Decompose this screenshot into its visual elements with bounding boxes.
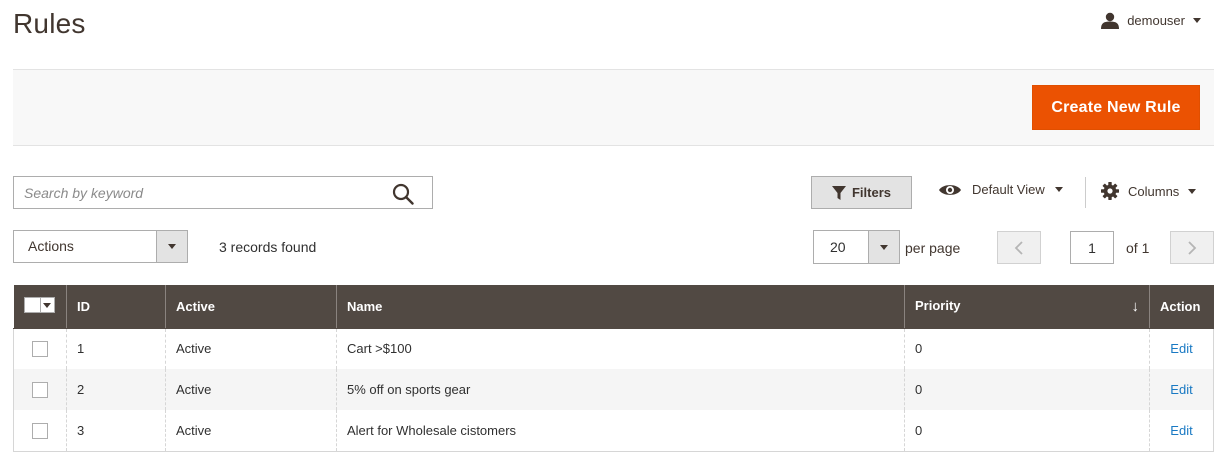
columns-label: Columns [1128,183,1180,199]
cell-id: 2 [66,369,166,410]
cell-active: Active [165,410,337,452]
page-count: of 1 [1126,240,1150,256]
mass-actions-select[interactable]: Actions [13,230,188,263]
column-header-id[interactable]: ID [66,285,166,329]
row-select-cell [13,328,67,369]
cell-name: Cart >$100 [336,328,905,369]
table-row: 1 Active Cart >$100 0 Edit [13,328,1214,369]
table-row: 2 Active 5% off on sports gear 0 Edit [13,369,1214,410]
edit-link[interactable]: Edit [1170,423,1192,438]
cell-active: Active [165,369,337,410]
per-page-label: per page [905,240,961,256]
previous-page-button[interactable] [997,231,1041,264]
cell-action: Edit [1149,410,1214,452]
filters-button[interactable]: Filters [811,176,912,209]
row-checkbox[interactable] [32,422,48,439]
cell-priority: 0 [904,369,1150,410]
chevron-down-icon [43,302,51,308]
search-box [13,176,433,209]
per-page-value: 20 [830,239,846,255]
user-icon [1101,12,1120,29]
create-new-rule-button[interactable]: Create New Rule [1032,85,1200,130]
column-header-active[interactable]: Active [165,285,337,329]
cell-action: Edit [1149,328,1214,369]
chevron-left-icon [1014,240,1023,255]
grid-header-row: ID Active Name Priority ↓ Action [13,285,1214,329]
per-page-select[interactable]: 20 [813,230,900,264]
page-actions-bar: Create New Rule [13,69,1214,146]
column-header-priority-label: Priority [915,297,961,313]
chevron-down-icon [1188,188,1197,194]
sort-down-icon: ↓ [1131,297,1140,315]
edit-link[interactable]: Edit [1170,341,1192,356]
cell-active: Active [165,328,337,369]
chevron-down-icon [1193,18,1201,23]
chevron-down-icon [1054,187,1063,192]
cell-name: 5% off on sports gear [336,369,905,410]
mass-actions-label: Actions [28,238,74,254]
mass-actions-toggle[interactable] [156,231,187,262]
cell-id: 1 [66,328,166,369]
row-select-cell [13,410,67,452]
username: demouser [1127,13,1185,28]
column-header-action: Action [1149,285,1214,329]
mass-select-arrow[interactable] [39,298,54,313]
view-switcher[interactable]: Default View [938,182,1063,197]
search-icon[interactable] [392,183,414,205]
table-row: 3 Active Alert for Wholesale cistomers 0… [13,410,1214,452]
user-menu[interactable]: demouser [1101,12,1201,29]
column-header-priority[interactable]: Priority ↓ [904,285,1150,329]
toolbar-divider [1085,177,1086,208]
rules-grid: ID Active Name Priority ↓ Action 1 Activ… [13,285,1214,452]
eye-icon [939,184,961,195]
cell-id: 3 [66,410,166,452]
column-header-name[interactable]: Name [336,285,905,329]
filters-label: Filters [851,185,891,200]
gear-icon [1101,182,1119,200]
mass-select-checkbox[interactable] [23,297,55,314]
cell-action: Edit [1149,369,1214,410]
cell-name: Alert for Wholesale cistomers [336,410,905,452]
mass-select-header [13,285,67,329]
chevron-down-icon [168,244,176,249]
chevron-down-icon [880,244,888,250]
page-title: Rules [13,8,86,39]
cell-priority: 0 [904,410,1150,452]
edit-link[interactable]: Edit [1170,382,1192,397]
cell-priority: 0 [904,328,1150,369]
row-select-cell [13,369,67,410]
columns-control[interactable]: Columns [1101,182,1197,200]
records-count: 3 records found [219,239,317,255]
row-checkbox[interactable] [32,341,48,358]
search-input[interactable] [14,177,374,208]
per-page-toggle[interactable] [868,231,899,263]
chevron-right-icon [1188,240,1197,255]
row-checkbox[interactable] [32,381,48,398]
view-label: Default View [972,182,1045,197]
filter-icon [831,185,846,200]
page-number-input[interactable] [1070,231,1114,264]
mass-select-box[interactable] [24,298,40,313]
next-page-button[interactable] [1170,231,1214,264]
